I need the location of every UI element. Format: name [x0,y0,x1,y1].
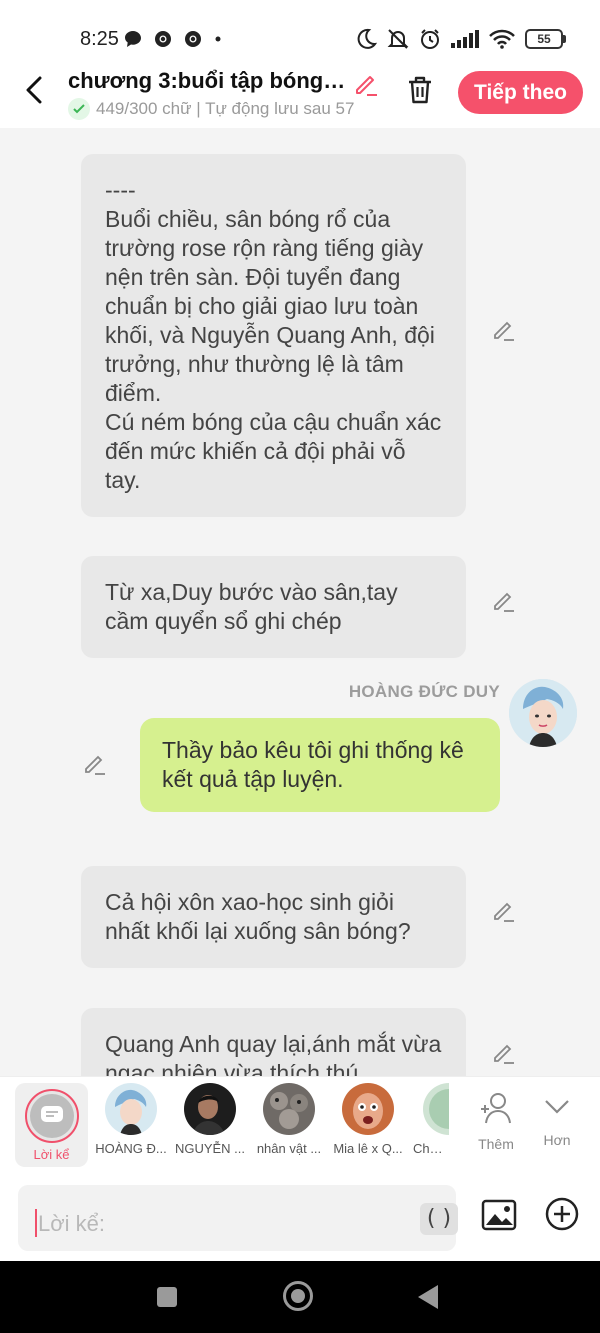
character-label: Chú N [413,1141,449,1156]
character-avatar [105,1083,157,1135]
character-label: HOÀNG Đ... [95,1141,167,1156]
narration-bubble[interactable]: Từ xa,Duy bước vào sân,tay cầm quyển sổ … [81,556,466,658]
character-avatar [263,1083,315,1135]
chevron-left-icon [26,76,42,104]
message-input[interactable]: Lời kể: ( ) [18,1185,458,1251]
bell-off-icon [387,29,409,49]
status-bar: 8:25 55 [0,0,600,62]
chrome-icon [155,31,171,47]
pencil-icon [356,76,377,96]
edit-message-button[interactable] [490,587,518,615]
character-item[interactable]: HOÀNG Đ... [93,1083,169,1156]
moon-icon [357,28,377,49]
more-button[interactable]: Hơn [527,1091,587,1148]
alarm-icon [421,29,439,49]
notification-icons [124,28,222,50]
plus-circle-icon [545,1197,579,1231]
signal-icon [451,30,479,48]
battery-level: 55 [525,29,563,49]
chapter-title[interactable]: chương 3:buổi tập bóng rổ [68,68,348,94]
pencil-icon [494,1044,514,1064]
check-icon [68,98,90,120]
add-person-icon [481,1093,511,1124]
input-placeholder: Lời kể: [38,1211,106,1236]
chrome-icon-2 [185,31,201,47]
delete-button[interactable] [402,72,438,108]
edit-message-button[interactable] [490,897,518,925]
system-nav-bar [0,1261,600,1333]
character-label: NGUYỄN ... [174,1141,246,1156]
character-label: nhân vật ... [256,1141,322,1156]
story-chat-area[interactable]: ---- Buổi chiều, sân bóng rổ của trường … [0,128,600,1076]
message-input-row: Lời kể: ( ) [0,1176,600,1261]
add-character-button[interactable]: Thêm [466,1091,526,1152]
image-icon [481,1199,517,1231]
edit-message-button[interactable] [490,316,518,344]
word-count-text: 449/300 chữ | Tự động lưu sau 57 [96,99,355,118]
back-nav-button[interactable] [418,1285,438,1309]
edit-message-button[interactable] [81,750,109,778]
add-more-button[interactable] [544,1196,580,1232]
editor-header: chương 3:buổi tập bóng rổ 449/300 chữ | … [0,62,600,128]
pencil-icon [494,592,514,612]
more-label: Hơn [543,1132,571,1148]
character-item[interactable]: Mia lê x Q... [330,1083,406,1156]
recent-apps-button[interactable] [157,1287,177,1307]
chevron-down-icon [545,1100,569,1114]
character-avatar [423,1083,449,1135]
chat-bubble-icon [125,31,141,47]
character-avatar [342,1083,394,1135]
narration-bubble[interactable]: Quang Anh quay lại,ánh mắt vừa ngạc nhiê… [81,1008,466,1076]
home-button[interactable] [283,1281,313,1311]
narrator-label: Lời kể [33,1147,70,1162]
add-character-label: Thêm [478,1136,514,1152]
dialogue-bubble[interactable]: Thầy bảo kêu tôi ghi thống kê kết quả tậ… [140,718,500,812]
wifi-icon [489,29,515,49]
pencil-icon [85,755,105,775]
character-avatar [184,1083,236,1135]
dot-icon [215,36,221,42]
character-item[interactable]: nhân vật ... [251,1083,327,1156]
character-item[interactable]: Chú N [409,1083,449,1156]
edit-title-button[interactable] [350,68,382,100]
narration-bubble[interactable]: ---- Buổi chiều, sân bóng rổ của trường … [81,154,466,517]
system-icons: 55 [355,26,566,52]
edit-message-button[interactable] [490,1039,518,1067]
pencil-icon [494,321,514,341]
narration-bubble[interactable]: Cả hội xôn xao-học sinh giỏi nhất khối l… [81,866,466,968]
character-label: Mia lê x Q... [333,1141,403,1156]
character-selector: Lời kể HOÀNG Đ... NGUYỄN ... nhân vật ..… [0,1076,600,1176]
narration-icon [41,1106,63,1122]
character-avatar[interactable] [509,679,577,747]
status-time: 8:25 [80,28,119,50]
text-cursor [35,1209,37,1237]
pencil-icon [494,902,514,922]
next-button[interactable]: Tiếp theo [458,71,583,114]
narrator-tab[interactable]: Lời kể [15,1083,88,1167]
character-name: HOÀNG ĐỨC DUY [348,682,500,701]
parentheses-button[interactable]: ( ) [420,1203,458,1235]
insert-image-button[interactable] [480,1196,518,1234]
save-status: 449/300 chữ | Tự động lưu sau 57 [68,98,354,120]
trash-icon [409,76,431,104]
back-button[interactable] [18,74,50,106]
character-item[interactable]: NGUYỄN ... [172,1083,248,1156]
battery-icon: 55 [525,29,566,49]
